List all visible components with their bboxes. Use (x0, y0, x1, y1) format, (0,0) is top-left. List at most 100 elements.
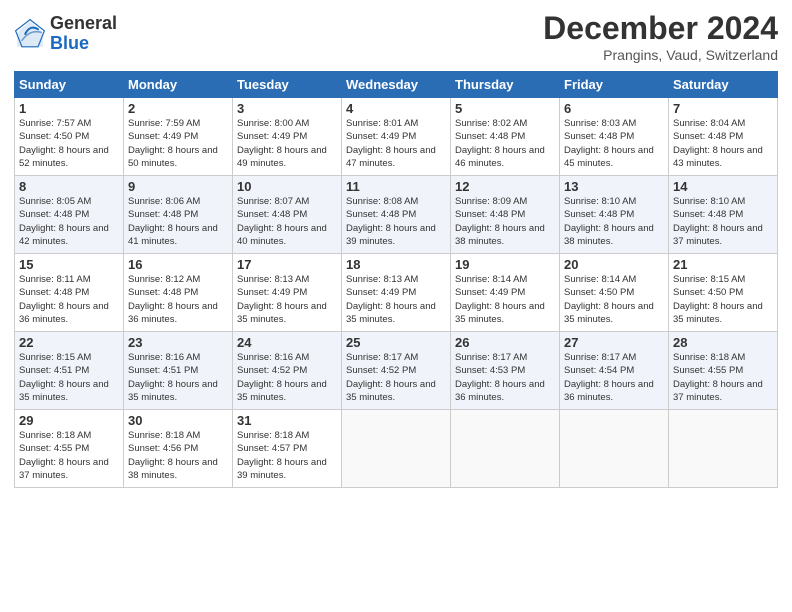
calendar-cell: 30 Sunrise: 8:18 AM Sunset: 4:56 PM Dayl… (124, 410, 233, 488)
calendar-cell: 20 Sunrise: 8:14 AM Sunset: 4:50 PM Dayl… (560, 254, 669, 332)
day-info: Sunrise: 8:10 AM Sunset: 4:48 PM Dayligh… (673, 195, 773, 248)
day-number: 10 (237, 179, 337, 194)
day-info: Sunrise: 8:17 AM Sunset: 4:52 PM Dayligh… (346, 351, 446, 404)
day-number: 7 (673, 101, 773, 116)
day-info: Sunrise: 7:59 AM Sunset: 4:49 PM Dayligh… (128, 117, 228, 170)
calendar-cell: 31 Sunrise: 8:18 AM Sunset: 4:57 PM Dayl… (233, 410, 342, 488)
day-number: 9 (128, 179, 228, 194)
calendar-cell: 22 Sunrise: 8:15 AM Sunset: 4:51 PM Dayl… (15, 332, 124, 410)
calendar-week-4: 22 Sunrise: 8:15 AM Sunset: 4:51 PM Dayl… (15, 332, 778, 410)
calendar-cell: 21 Sunrise: 8:15 AM Sunset: 4:50 PM Dayl… (669, 254, 778, 332)
day-number: 24 (237, 335, 337, 350)
day-info: Sunrise: 8:18 AM Sunset: 4:55 PM Dayligh… (19, 429, 119, 482)
day-number: 29 (19, 413, 119, 428)
calendar-cell: 26 Sunrise: 8:17 AM Sunset: 4:53 PM Dayl… (451, 332, 560, 410)
day-info: Sunrise: 8:06 AM Sunset: 4:48 PM Dayligh… (128, 195, 228, 248)
calendar-cell: 9 Sunrise: 8:06 AM Sunset: 4:48 PM Dayli… (124, 176, 233, 254)
calendar-cell: 11 Sunrise: 8:08 AM Sunset: 4:48 PM Dayl… (342, 176, 451, 254)
location: Prangins, Vaud, Switzerland (543, 47, 778, 63)
col-friday: Friday (560, 72, 669, 98)
header-row: Sunday Monday Tuesday Wednesday Thursday… (15, 72, 778, 98)
day-number: 17 (237, 257, 337, 272)
day-number: 12 (455, 179, 555, 194)
calendar-body: 1 Sunrise: 7:57 AM Sunset: 4:50 PM Dayli… (15, 98, 778, 488)
calendar-cell: 5 Sunrise: 8:02 AM Sunset: 4:48 PM Dayli… (451, 98, 560, 176)
day-number: 26 (455, 335, 555, 350)
day-number: 8 (19, 179, 119, 194)
col-wednesday: Wednesday (342, 72, 451, 98)
calendar-cell: 13 Sunrise: 8:10 AM Sunset: 4:48 PM Dayl… (560, 176, 669, 254)
day-number: 1 (19, 101, 119, 116)
calendar-cell: 6 Sunrise: 8:03 AM Sunset: 4:48 PM Dayli… (560, 98, 669, 176)
day-number: 31 (237, 413, 337, 428)
calendar-cell (342, 410, 451, 488)
title-section: December 2024 Prangins, Vaud, Switzerlan… (543, 10, 778, 63)
day-number: 14 (673, 179, 773, 194)
day-number: 25 (346, 335, 446, 350)
day-number: 27 (564, 335, 664, 350)
calendar-week-2: 8 Sunrise: 8:05 AM Sunset: 4:48 PM Dayli… (15, 176, 778, 254)
day-number: 11 (346, 179, 446, 194)
day-info: Sunrise: 8:18 AM Sunset: 4:57 PM Dayligh… (237, 429, 337, 482)
day-info: Sunrise: 7:57 AM Sunset: 4:50 PM Dayligh… (19, 117, 119, 170)
day-info: Sunrise: 8:08 AM Sunset: 4:48 PM Dayligh… (346, 195, 446, 248)
calendar-cell: 8 Sunrise: 8:05 AM Sunset: 4:48 PM Dayli… (15, 176, 124, 254)
col-thursday: Thursday (451, 72, 560, 98)
day-info: Sunrise: 8:14 AM Sunset: 4:49 PM Dayligh… (455, 273, 555, 326)
logo: General Blue (14, 14, 117, 54)
calendar-cell: 28 Sunrise: 8:18 AM Sunset: 4:55 PM Dayl… (669, 332, 778, 410)
day-info: Sunrise: 8:13 AM Sunset: 4:49 PM Dayligh… (346, 273, 446, 326)
col-monday: Monday (124, 72, 233, 98)
day-number: 28 (673, 335, 773, 350)
day-number: 20 (564, 257, 664, 272)
day-info: Sunrise: 8:17 AM Sunset: 4:53 PM Dayligh… (455, 351, 555, 404)
day-info: Sunrise: 8:09 AM Sunset: 4:48 PM Dayligh… (455, 195, 555, 248)
day-info: Sunrise: 8:16 AM Sunset: 4:51 PM Dayligh… (128, 351, 228, 404)
month-title: December 2024 (543, 10, 778, 47)
day-number: 6 (564, 101, 664, 116)
day-info: Sunrise: 8:18 AM Sunset: 4:56 PM Dayligh… (128, 429, 228, 482)
day-number: 15 (19, 257, 119, 272)
calendar-cell: 3 Sunrise: 8:00 AM Sunset: 4:49 PM Dayli… (233, 98, 342, 176)
day-number: 18 (346, 257, 446, 272)
calendar-cell: 29 Sunrise: 8:18 AM Sunset: 4:55 PM Dayl… (15, 410, 124, 488)
calendar-week-3: 15 Sunrise: 8:11 AM Sunset: 4:48 PM Dayl… (15, 254, 778, 332)
calendar-cell (669, 410, 778, 488)
day-info: Sunrise: 8:07 AM Sunset: 4:48 PM Dayligh… (237, 195, 337, 248)
day-number: 19 (455, 257, 555, 272)
page-header: General Blue December 2024 Prangins, Vau… (14, 10, 778, 63)
logo-general: General (50, 14, 117, 34)
page-container: General Blue December 2024 Prangins, Vau… (0, 0, 792, 498)
day-info: Sunrise: 8:03 AM Sunset: 4:48 PM Dayligh… (564, 117, 664, 170)
calendar-cell: 15 Sunrise: 8:11 AM Sunset: 4:48 PM Dayl… (15, 254, 124, 332)
day-info: Sunrise: 8:16 AM Sunset: 4:52 PM Dayligh… (237, 351, 337, 404)
day-info: Sunrise: 8:11 AM Sunset: 4:48 PM Dayligh… (19, 273, 119, 326)
logo-text: General Blue (50, 14, 117, 54)
day-info: Sunrise: 8:04 AM Sunset: 4:48 PM Dayligh… (673, 117, 773, 170)
day-info: Sunrise: 8:01 AM Sunset: 4:49 PM Dayligh… (346, 117, 446, 170)
calendar-cell: 10 Sunrise: 8:07 AM Sunset: 4:48 PM Dayl… (233, 176, 342, 254)
day-info: Sunrise: 8:05 AM Sunset: 4:48 PM Dayligh… (19, 195, 119, 248)
day-info: Sunrise: 8:18 AM Sunset: 4:55 PM Dayligh… (673, 351, 773, 404)
calendar-cell: 1 Sunrise: 7:57 AM Sunset: 4:50 PM Dayli… (15, 98, 124, 176)
day-number: 30 (128, 413, 228, 428)
calendar-cell: 23 Sunrise: 8:16 AM Sunset: 4:51 PM Dayl… (124, 332, 233, 410)
calendar-cell: 27 Sunrise: 8:17 AM Sunset: 4:54 PM Dayl… (560, 332, 669, 410)
calendar-cell: 2 Sunrise: 7:59 AM Sunset: 4:49 PM Dayli… (124, 98, 233, 176)
calendar-cell (560, 410, 669, 488)
logo-icon (14, 18, 46, 50)
calendar-week-5: 29 Sunrise: 8:18 AM Sunset: 4:55 PM Dayl… (15, 410, 778, 488)
day-info: Sunrise: 8:13 AM Sunset: 4:49 PM Dayligh… (237, 273, 337, 326)
calendar-table: Sunday Monday Tuesday Wednesday Thursday… (14, 71, 778, 488)
day-number: 16 (128, 257, 228, 272)
day-info: Sunrise: 8:17 AM Sunset: 4:54 PM Dayligh… (564, 351, 664, 404)
calendar-cell: 25 Sunrise: 8:17 AM Sunset: 4:52 PM Dayl… (342, 332, 451, 410)
day-number: 3 (237, 101, 337, 116)
day-number: 23 (128, 335, 228, 350)
day-info: Sunrise: 8:02 AM Sunset: 4:48 PM Dayligh… (455, 117, 555, 170)
logo-blue: Blue (50, 34, 117, 54)
calendar-cell: 24 Sunrise: 8:16 AM Sunset: 4:52 PM Dayl… (233, 332, 342, 410)
day-info: Sunrise: 8:12 AM Sunset: 4:48 PM Dayligh… (128, 273, 228, 326)
day-number: 4 (346, 101, 446, 116)
day-info: Sunrise: 8:15 AM Sunset: 4:50 PM Dayligh… (673, 273, 773, 326)
